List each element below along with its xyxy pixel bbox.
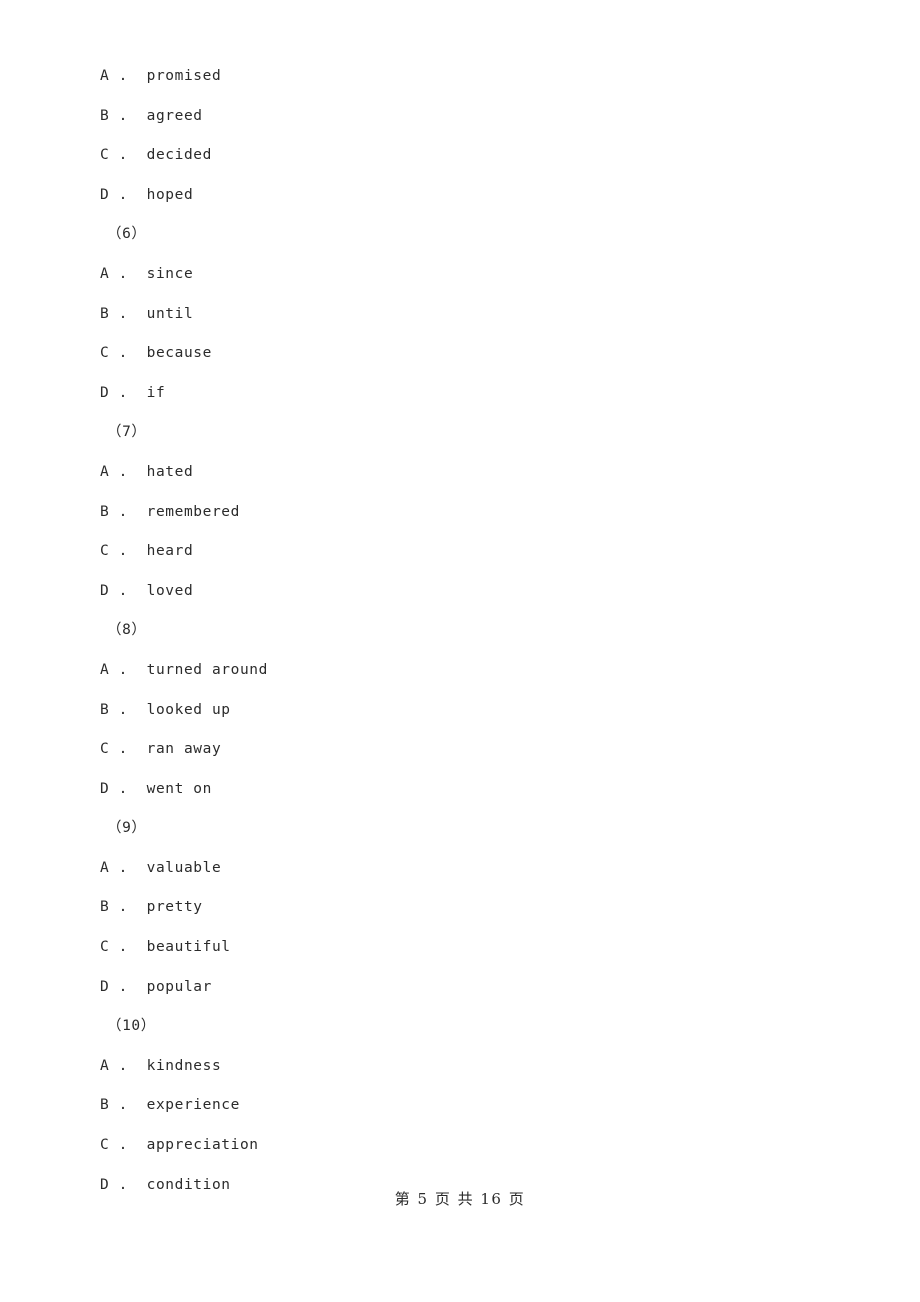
answer-option: D . popular [100,978,212,995]
question-number: （6） [107,226,147,243]
answer-option: A . promised [100,68,222,84]
answer-option: C . ran away [100,741,222,758]
answer-option: C . decided [100,147,212,164]
answer-option: A . since [100,265,194,282]
question-number: （7） [107,424,147,441]
answer-option: D . if [100,384,166,401]
document-page: A . promised B . agreed C . decided D . hop… [0,0,920,1302]
answer-option: C . appreciation [100,1137,259,1154]
answer-option: B . agreed [100,107,203,124]
question-number: （8） [107,622,147,639]
answer-option: D . hoped [100,186,194,203]
page-footer: 第 5 页 共 16 页 [394,1190,526,1208]
answer-option: D . went on [100,780,212,797]
question-options-list: A . promised B . agreed C . decided D . hop… [100,57,860,1205]
answer-option: B . experience [100,1097,240,1114]
answer-option: D . loved [100,582,194,599]
question-number: （9） [107,820,147,837]
answer-option: B . looked up [100,701,231,718]
answer-option: C . heard [100,543,194,560]
answer-option: A . kindness [100,1057,222,1074]
answer-option: A . valuable [100,859,222,876]
question-number: （10） [107,1018,156,1035]
answer-option: B . remembered [100,503,240,520]
answer-option: A . hated [100,463,194,480]
answer-option: B . until [100,305,194,322]
answer-option: B . pretty [100,899,203,916]
answer-option: C . beautiful [100,939,231,956]
answer-option: A . turned around [100,661,268,678]
answer-option: C . because [100,345,212,362]
